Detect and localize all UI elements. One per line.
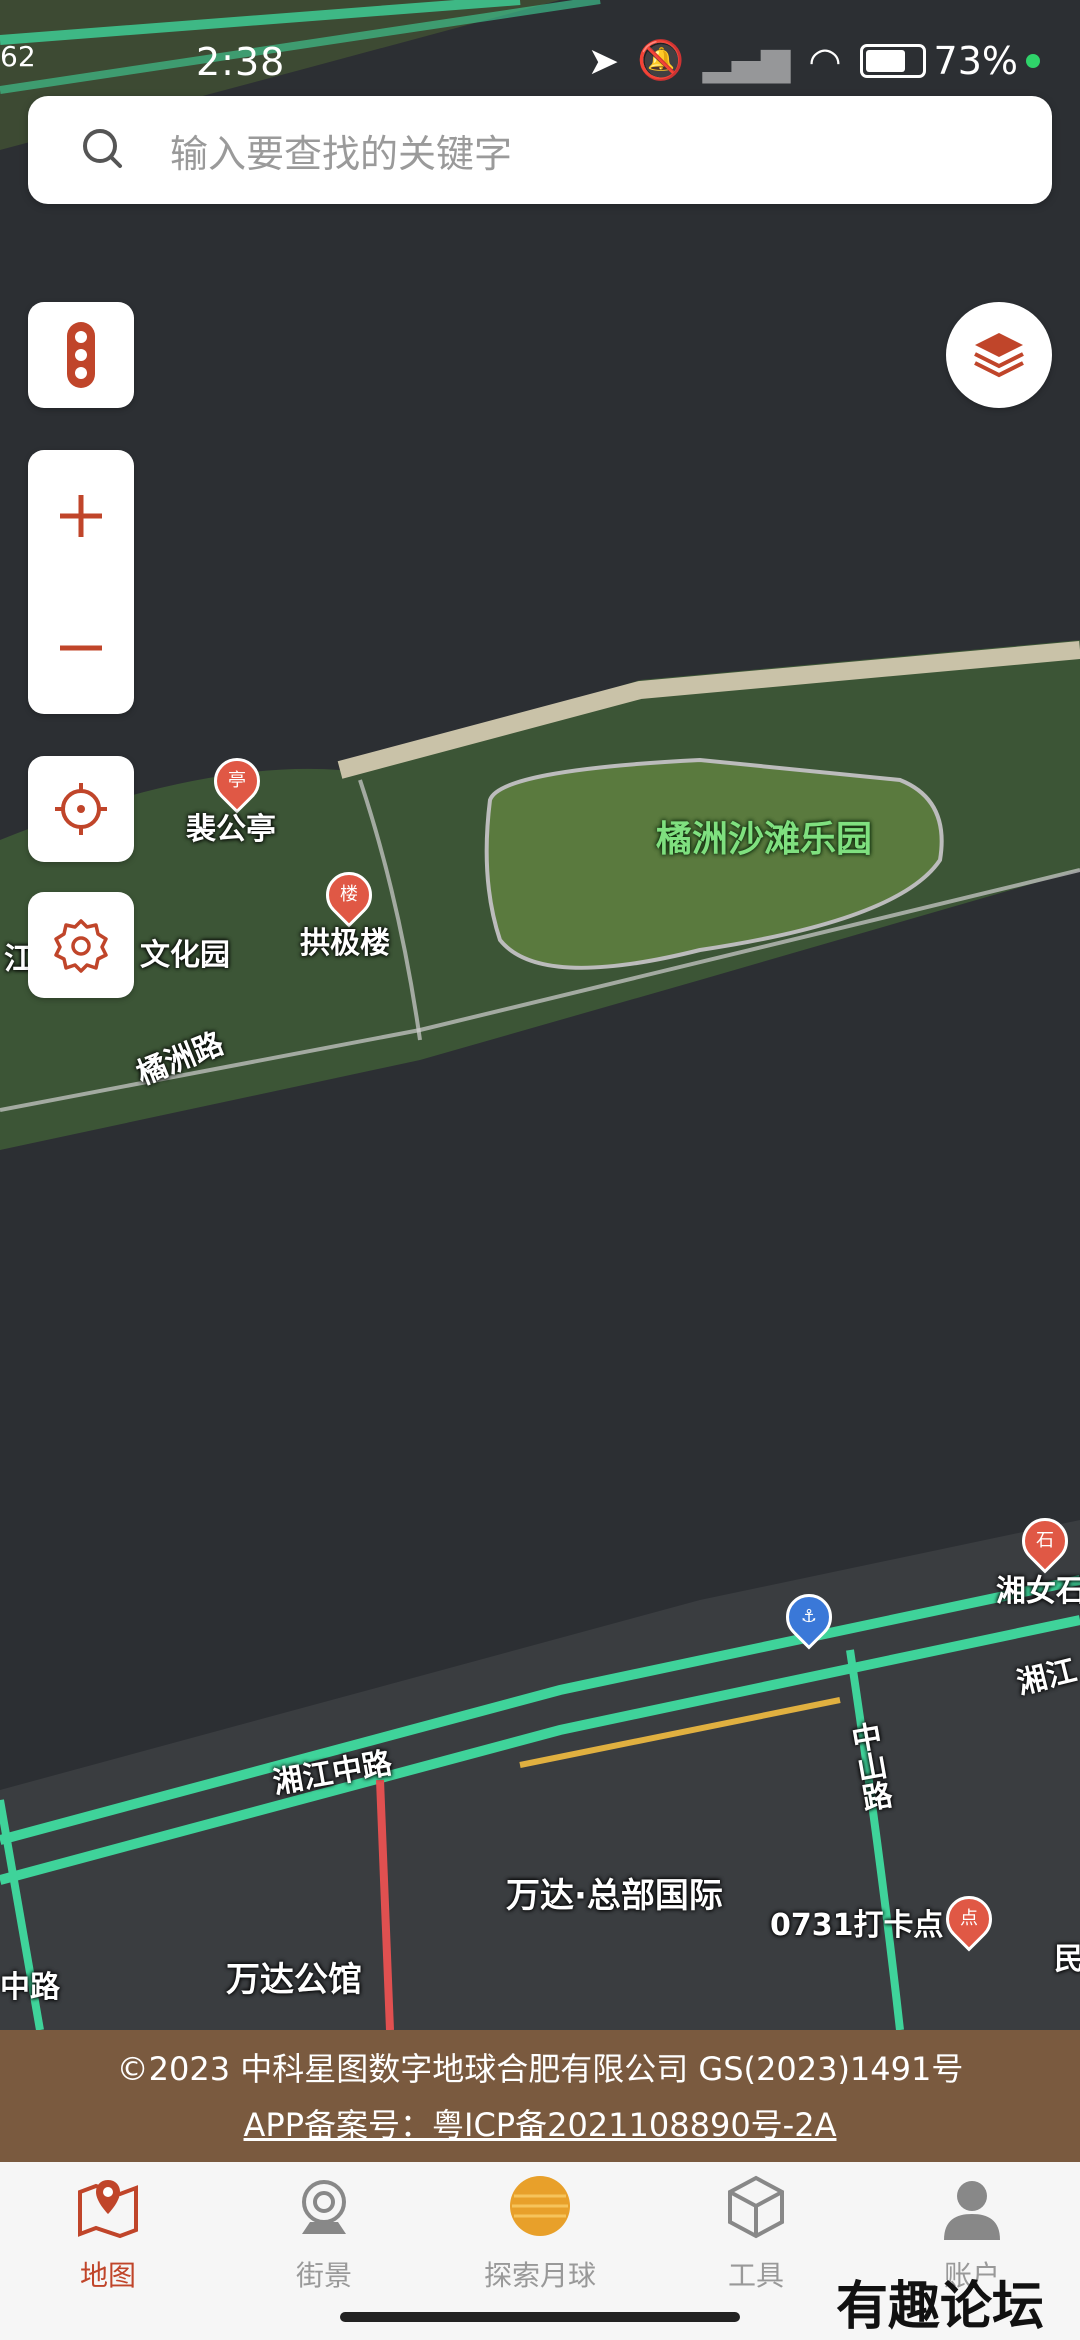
locate-button[interactable] bbox=[28, 756, 134, 862]
status-time: 2:38 bbox=[196, 40, 286, 84]
watermark: 有趣论坛 bbox=[836, 2276, 1045, 2337]
camera-icon bbox=[302, 2180, 346, 2234]
battery-fill bbox=[865, 49, 905, 72]
tab-tools-label: 工具 bbox=[727, 2259, 784, 2292]
tab-map-label: 地图 bbox=[79, 2259, 136, 2292]
status-icons: ➤ 🔕 ▂▄▆ ◠ 73% bbox=[588, 38, 1040, 83]
map-label-wen-hua-yuan[interactable]: 文化园 bbox=[140, 930, 230, 974]
user-icon bbox=[944, 2181, 1000, 2240]
map-canvas bbox=[0, 0, 1080, 2030]
layers-button[interactable] bbox=[946, 302, 1052, 408]
satellite-map[interactable]: 亭 楼 石 点 ⚓ 裴公亭 拱极楼 文化园 江 橘洲路 橘洲沙滩乐园 湘女石 湘… bbox=[0, 0, 1080, 2030]
bell-muted-icon: 🔕 bbox=[637, 38, 685, 82]
traffic-button[interactable] bbox=[28, 302, 134, 408]
map-label-wanda-hq[interactable]: 万达·总部国际 bbox=[506, 1868, 723, 1917]
tab-map[interactable]: 地图 bbox=[0, 2162, 216, 2340]
minus-icon[interactable] bbox=[56, 623, 106, 673]
moon-icon bbox=[510, 2176, 570, 2236]
settings-button[interactable] bbox=[28, 892, 134, 998]
map-label-park[interactable]: 橘洲沙滩乐园 bbox=[656, 810, 872, 862]
copyright-footer: ©2023 中科星图数字地球合肥有限公司 GS(2023)1491号 APP备案… bbox=[0, 2030, 1080, 2162]
map-icon bbox=[78, 2180, 138, 2239]
battery-indicator: 73% bbox=[859, 38, 1040, 83]
home-indicator[interactable] bbox=[340, 2312, 740, 2322]
privacy-dot bbox=[1026, 53, 1040, 68]
map-label-checkin[interactable]: 0731打卡点 bbox=[770, 1900, 944, 1944]
layers-icon bbox=[974, 333, 1024, 378]
copyright-text: ©2023 中科星图数字地球合肥有限公司 GS(2023)1491号 bbox=[116, 2050, 964, 2088]
map-label-min-fragment: 民 bbox=[1054, 1942, 1080, 1977]
map-label-mid-road-fragment: 中路 bbox=[0, 1970, 60, 2005]
map-label-wanda-mansion[interactable]: 万达公馆 bbox=[226, 1952, 362, 2001]
location-arrow-icon: ➤ bbox=[587, 38, 620, 83]
zoom-control bbox=[28, 450, 134, 714]
map-label-xiang-nv[interactable]: 湘女石 bbox=[996, 1566, 1080, 1610]
traffic-light-icon bbox=[67, 322, 95, 388]
wifi-icon: ◠ bbox=[808, 38, 842, 83]
crosshair-icon bbox=[55, 783, 107, 835]
battery-percent: 73% bbox=[933, 38, 1018, 83]
search-icon bbox=[83, 129, 122, 168]
tab-street-view-label: 街景 bbox=[295, 2259, 352, 2292]
cube-icon bbox=[728, 2175, 784, 2239]
signal-icon: ▂▄▆ bbox=[702, 38, 791, 83]
plus-icon[interactable] bbox=[56, 491, 106, 541]
icp-link[interactable]: APP备案号：粤ICP备2021108890号-2A bbox=[0, 2100, 1080, 2146]
search-bar[interactable]: 输入要查找的关键字 bbox=[28, 96, 1052, 204]
map-label-pei-gong-ting[interactable]: 裴公亭 bbox=[186, 804, 276, 848]
status-side-text: 62 bbox=[0, 40, 36, 73]
search-placeholder[interactable]: 输入要查找的关键字 bbox=[170, 123, 512, 178]
gear-icon bbox=[54, 919, 108, 973]
tab-explore-moon-label: 探索月球 bbox=[483, 2259, 596, 2292]
map-label-gong-ji-lou[interactable]: 拱极楼 bbox=[300, 918, 390, 962]
